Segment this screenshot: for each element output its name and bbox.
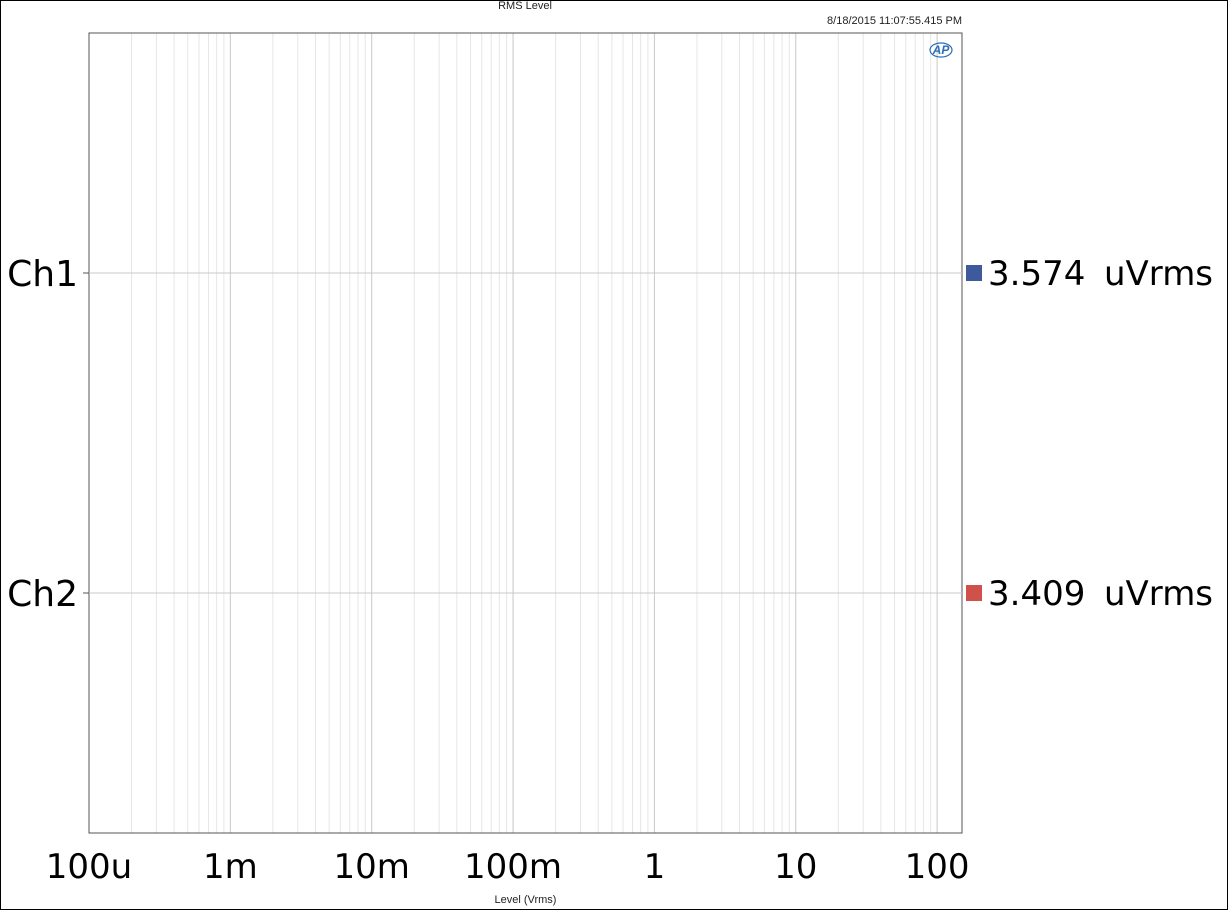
- readout-unit: uVrms: [1104, 574, 1213, 614]
- readout-value: 3.409: [988, 574, 1085, 614]
- series-swatch: [966, 265, 982, 281]
- category-gridlines: [83, 272, 962, 594]
- chart-svg: Ch1Ch2 100u 1m 10m 100m 1 10 100 Level (Vrms) …: [7, 32, 1213, 906]
- x-tick-labels: 100u 1m 10m 100m 1 10 100: [46, 847, 970, 887]
- ap-logo-text: AP: [932, 43, 951, 57]
- x-axis-label: Level (Vrms): [495, 894, 557, 906]
- x-tick-label: 100u: [46, 847, 132, 887]
- category-label: Ch2: [7, 574, 78, 615]
- readout-value: 3.574: [988, 254, 1085, 294]
- x-tick-label: 10m: [334, 847, 410, 887]
- x-tick-label: 1m: [203, 847, 258, 887]
- readout-unit: uVrms: [1104, 254, 1213, 294]
- category-label: Ch1: [7, 254, 78, 295]
- x-tick-label: 1: [644, 847, 666, 887]
- plot-area: [88, 32, 963, 834]
- major-gridlines: [229, 33, 938, 833]
- x-tick-label: 100: [905, 847, 970, 887]
- channel-readouts: 3.574 uVrms 3.409 uVrms: [966, 254, 1213, 614]
- ap-logo-icon: AP: [929, 42, 953, 58]
- x-tick-label: 10: [774, 847, 817, 887]
- series-swatch: [966, 585, 982, 601]
- category-labels: Ch1 Ch2: [7, 254, 78, 615]
- minor-gridlines: [131, 33, 932, 833]
- x-tick-label: 100m: [464, 847, 562, 887]
